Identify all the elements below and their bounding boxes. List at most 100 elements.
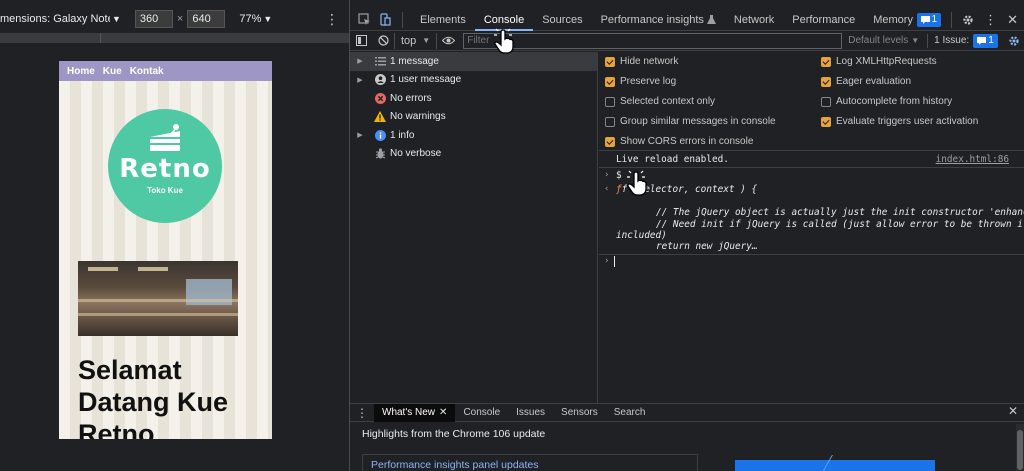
- setting-label: Selected context only: [620, 96, 716, 107]
- kebab-menu-icon[interactable]: ⋮: [325, 11, 339, 28]
- nav-link-kue[interactable]: Kue: [103, 66, 122, 77]
- info-icon: [370, 129, 390, 141]
- close-tab-icon[interactable]: ✕: [439, 404, 447, 422]
- sidebar-item-messages[interactable]: ▶ 1 message: [350, 52, 597, 71]
- console-prompt[interactable]: ›: [599, 256, 1024, 396]
- flask-icon: [706, 15, 716, 24]
- setting-autocomplete-history[interactable]: Autocomplete from history: [821, 96, 952, 107]
- setting-selected-context-only[interactable]: Selected context only: [605, 96, 715, 107]
- expand-arrow-icon[interactable]: ▶: [350, 131, 370, 139]
- log-levels-select[interactable]: Default levels: [848, 35, 908, 46]
- kebab-menu-icon[interactable]: ⋮: [984, 12, 997, 28]
- drawer-tab-search[interactable]: Search: [606, 404, 654, 422]
- sidebar-item-label: 1 info: [390, 129, 415, 141]
- tab-sources[interactable]: Sources: [533, 9, 591, 31]
- whats-new-card-link[interactable]: Performance insights panel updates: [371, 459, 539, 471]
- hand-cursor-icon: [627, 170, 647, 196]
- sidebar-item-label: 1 user message: [390, 74, 462, 86]
- sidebar-item-user-messages[interactable]: ▶ 1 user message: [350, 71, 597, 90]
- drawer-tab-sensors[interactable]: Sensors: [553, 404, 606, 422]
- checkbox-checked[interactable]: [605, 136, 615, 147]
- setting-show-cors[interactable]: Show CORS errors in console: [605, 136, 753, 147]
- setting-log-xhr[interactable]: Log XMLHttpRequests: [821, 56, 937, 67]
- expand-arrow-icon[interactable]: ▶: [350, 76, 370, 84]
- checkbox-unchecked[interactable]: [605, 96, 615, 107]
- page-preview: Home Kue Kontak Retno Toko Kue Selamat D…: [59, 61, 272, 439]
- setting-group-similar[interactable]: Group similar messages in console: [605, 116, 776, 127]
- drawer-tab-console[interactable]: Console: [455, 404, 508, 422]
- context-select[interactable]: top: [395, 35, 422, 47]
- toolbar-separator: [402, 11, 403, 28]
- bug-icon: [370, 148, 390, 159]
- drawer-tab-label: What's New: [382, 406, 436, 418]
- issues-count: 1: [988, 34, 994, 46]
- setting-label: Hide network: [620, 56, 679, 67]
- sidebar-item-errors[interactable]: No errors: [350, 89, 597, 108]
- console-message-text: Live reload enabled.: [616, 154, 729, 165]
- tab-performance-insights[interactable]: Performance insights: [592, 9, 725, 31]
- live-expression-eye-icon[interactable]: [437, 36, 459, 45]
- whats-new-card[interactable]: Performance insights panel updates: [362, 454, 698, 471]
- checkbox-checked[interactable]: [605, 76, 615, 87]
- zoom-select[interactable]: 77%: [239, 13, 261, 25]
- drawer-tab-whats-new[interactable]: What's New ✕: [374, 403, 456, 422]
- console-sidebar: ▶ 1 message ▶ 1 user message No errors N…: [350, 52, 598, 403]
- checkbox-unchecked[interactable]: [605, 116, 615, 127]
- tab-elements[interactable]: Elements: [411, 9, 475, 31]
- source-link[interactable]: index.html:86: [936, 154, 1009, 165]
- inspect-element-icon[interactable]: [354, 10, 374, 30]
- issues-button[interactable]: 1 Issue: 1: [927, 33, 998, 48]
- nav-link-home[interactable]: Home: [67, 66, 95, 77]
- setting-evaluate-triggers[interactable]: Evaluate triggers user activation: [821, 116, 978, 127]
- close-drawer-icon[interactable]: ✕: [1008, 404, 1018, 418]
- drawer-scrollbar[interactable]: [1016, 424, 1024, 471]
- chevron-down-icon: ▼: [911, 36, 920, 45]
- console-settings-gear-icon[interactable]: [1008, 35, 1020, 47]
- code-comment: included): [616, 230, 667, 241]
- expand-arrow-icon[interactable]: ▶: [350, 57, 370, 65]
- setting-preserve-log[interactable]: Preserve log: [605, 76, 676, 87]
- gear-icon[interactable]: [962, 14, 974, 26]
- clear-console-icon[interactable]: [372, 35, 394, 46]
- console-filter-input[interactable]: [463, 32, 843, 49]
- input-chevron-icon: ›: [604, 170, 610, 180]
- result-chevron-icon: ‹: [604, 184, 610, 194]
- checkbox-checked[interactable]: [821, 116, 831, 127]
- tab-performance[interactable]: Performance: [783, 9, 864, 31]
- checkbox-checked[interactable]: [821, 76, 831, 87]
- device-dimensions-select[interactable]: mensions: Galaxy Note…: [0, 13, 110, 25]
- bakery-photo: [78, 261, 238, 336]
- dimension-separator: ×: [176, 13, 184, 25]
- console-toolbar: top ▼ Default levels ▼ 1 Issue: 1: [350, 31, 1024, 51]
- devtools-tabbar: Elements Console Sources Performance ins…: [350, 8, 1024, 31]
- media-query-bar[interactable]: [0, 33, 350, 43]
- photo-detail: [138, 267, 168, 271]
- checkbox-unchecked[interactable]: [821, 96, 831, 107]
- tab-memory[interactable]: Memory: [864, 9, 922, 31]
- drawer-menu-icon[interactable]: ⋮: [350, 406, 374, 420]
- setting-eager-evaluation[interactable]: Eager evaluation: [821, 76, 911, 87]
- sidebar-item-label: No verbose: [390, 148, 442, 160]
- prompt-chevron-icon: ›: [604, 256, 610, 266]
- code-return: return new jQuery…: [656, 241, 758, 252]
- messages-badge[interactable]: 1: [916, 13, 942, 27]
- sidebar-item-warnings[interactable]: No warnings: [350, 108, 597, 127]
- code-comment: // Need init if jQuery is called (just a…: [656, 219, 1024, 230]
- close-icon[interactable]: ✕: [1007, 12, 1018, 28]
- drawer-tab-issues[interactable]: Issues: [508, 404, 553, 422]
- checkbox-checked[interactable]: [605, 56, 615, 67]
- device-height-input[interactable]: [187, 10, 226, 28]
- tabbar-right-actions: 1 ⋮ ✕: [916, 9, 1024, 31]
- nav-link-kontak[interactable]: Kontak: [130, 66, 164, 77]
- device-toolbar-icon[interactable]: [374, 10, 394, 30]
- sidebar-item-verbose[interactable]: No verbose: [350, 145, 597, 164]
- console-message-row: Live reload enabled. index.html:86: [599, 154, 1024, 168]
- site-logo: Retno Toko Kue: [108, 109, 222, 223]
- sidebar-toggle-icon[interactable]: [350, 35, 372, 46]
- sidebar-item-info[interactable]: ▶ 1 info: [350, 126, 597, 145]
- checkbox-checked[interactable]: [821, 56, 831, 67]
- setting-hide-network[interactable]: Hide network: [605, 56, 678, 67]
- sidebar-item-label: 1 message: [390, 55, 439, 67]
- tab-network[interactable]: Network: [725, 9, 783, 31]
- device-width-input[interactable]: [134, 10, 173, 28]
